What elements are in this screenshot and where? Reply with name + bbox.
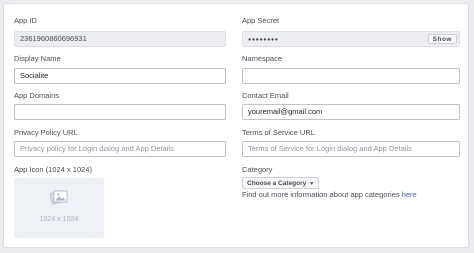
app-secret-value: ●●●●●●●● — [248, 37, 279, 43]
show-secret-button[interactable]: Show — [427, 34, 457, 44]
app-secret-label: App Secret — [242, 16, 280, 25]
app-id-value: 2361960860696931 — [20, 34, 87, 43]
app-id-label: App ID — [14, 16, 37, 25]
category-help-text: Find out more information about app cate… — [242, 190, 417, 199]
contact-email-input[interactable]: youremail@gmail.com — [242, 104, 460, 120]
app-icon-dimensions: 1024 x 1024 — [39, 216, 79, 223]
app-icon-upload[interactable]: 1024 x 1024 — [14, 178, 104, 238]
app-domains-label: App Domains — [14, 91, 60, 100]
caret-down-icon: ▼ — [309, 181, 315, 187]
display-name-input[interactable]: Socialite — [14, 68, 226, 84]
privacy-policy-placeholder: Privacy policy for Login dialog and App … — [20, 144, 174, 153]
app-id-field: 2361960860696931 — [14, 31, 226, 47]
namespace-input[interactable] — [242, 68, 460, 84]
contact-email-label: Contact Email — [242, 91, 289, 100]
category-dropdown[interactable]: Choose a Category ▼ — [242, 177, 320, 189]
display-name-value: Socialite — [20, 71, 49, 80]
namespace-label: Namespace — [242, 54, 283, 63]
app-icon-label: App Icon (1024 x 1024) — [14, 165, 92, 174]
category-label: Category — [242, 165, 273, 174]
basic-settings-panel: App ID 2361960860696931 App Secret ●●●●●… — [3, 3, 469, 248]
image-placeholder-icon — [49, 190, 68, 205]
app-secret-field: ●●●●●●●● Show — [242, 31, 460, 47]
privacy-policy-label: Privacy Policy URL — [14, 128, 78, 137]
terms-of-service-input[interactable]: Terms of Service for Login dialog and Ap… — [242, 141, 460, 157]
app-domains-input[interactable] — [14, 104, 226, 120]
terms-of-service-placeholder: Terms of Service for Login dialog and Ap… — [248, 144, 412, 153]
terms-of-service-label: Terms of Service URL — [242, 128, 315, 137]
category-help-link[interactable]: here — [402, 190, 417, 199]
contact-email-value: youremail@gmail.com — [248, 107, 323, 116]
display-name-label: Display Name — [14, 54, 61, 63]
privacy-policy-input[interactable]: Privacy policy for Login dialog and App … — [14, 141, 226, 157]
category-selected: Choose a Category — [247, 180, 307, 187]
category-help-label: Find out more information about app cate… — [242, 190, 402, 199]
